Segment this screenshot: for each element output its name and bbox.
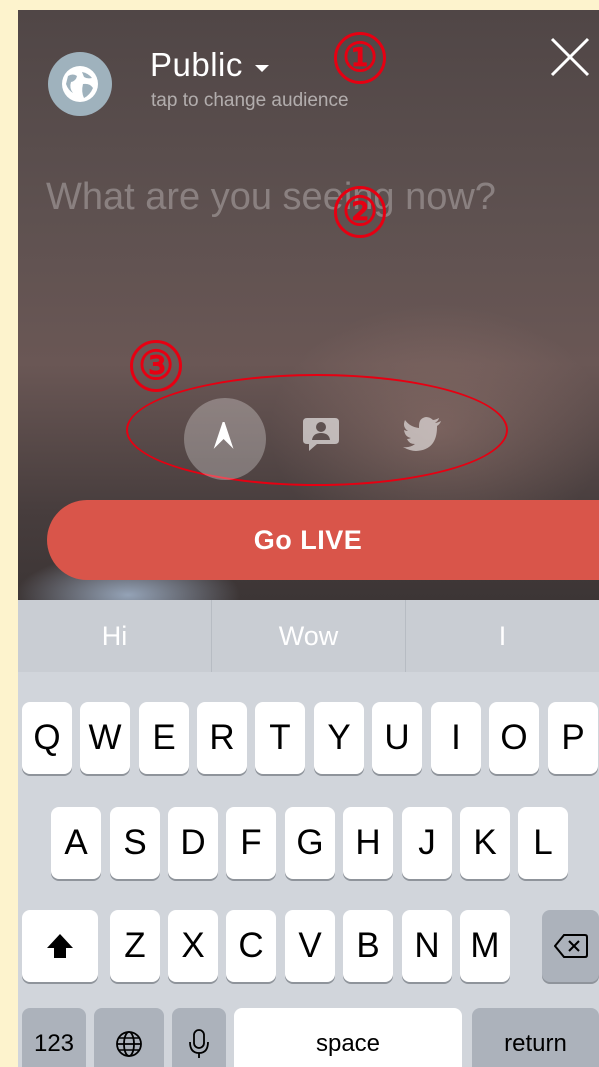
key-w[interactable]: W	[80, 702, 130, 774]
private-chat-icon	[303, 418, 339, 451]
key-v[interactable]: V	[285, 910, 335, 982]
key-c[interactable]: C	[226, 910, 276, 982]
go-live-button[interactable]: Go LIVE	[47, 500, 599, 580]
key-b[interactable]: B	[343, 910, 393, 982]
globe-icon	[116, 1031, 142, 1057]
globe-icon	[62, 66, 98, 102]
phone-screen: Public tap to change audience ① What are…	[18, 10, 599, 1067]
private-chat-button[interactable]	[301, 414, 341, 454]
delete-key[interactable]	[542, 910, 599, 982]
key-e[interactable]: E	[139, 702, 189, 774]
key-n[interactable]: N	[402, 910, 452, 982]
audience-hint: tap to change audience	[151, 90, 349, 111]
key-r[interactable]: R	[197, 702, 247, 774]
shift-key[interactable]	[22, 910, 98, 982]
audience-globe-button[interactable]	[48, 52, 112, 116]
share-options	[18, 398, 599, 480]
suggestion-item[interactable]: Wow	[212, 600, 406, 672]
keyboard: Hi Wow I Q W E R T Y U I O P A S D F G H…	[18, 600, 599, 1067]
audience-label: Public	[150, 46, 243, 83]
key-m[interactable]: M	[460, 910, 510, 982]
suggestion-item[interactable]: Hi	[18, 600, 212, 672]
key-i[interactable]: I	[431, 702, 481, 774]
annotation-marker-3: ③	[130, 340, 182, 392]
twitter-share-button[interactable]	[400, 414, 444, 454]
dictation-key[interactable]	[172, 1008, 226, 1067]
key-d[interactable]: D	[168, 807, 218, 879]
location-arrow-icon	[213, 422, 234, 449]
return-key[interactable]: return	[472, 1008, 599, 1067]
key-t[interactable]: T	[255, 702, 305, 774]
key-u[interactable]: U	[372, 702, 422, 774]
camera-preview: Public tap to change audience ① What are…	[18, 10, 599, 600]
key-p[interactable]: P	[548, 702, 598, 774]
key-l[interactable]: L	[518, 807, 568, 879]
chevron-down-icon	[254, 64, 269, 72]
close-icon	[550, 37, 590, 77]
key-a[interactable]: A	[51, 807, 101, 879]
globe-key[interactable]	[94, 1008, 164, 1067]
suggestion-item[interactable]: I	[406, 600, 599, 672]
shift-arrow-icon	[47, 934, 73, 958]
microphone-icon	[189, 1029, 209, 1058]
key-j[interactable]: J	[402, 807, 452, 879]
key-y[interactable]: Y	[314, 702, 364, 774]
location-toggle-button[interactable]	[184, 398, 266, 480]
backspace-icon	[553, 934, 588, 958]
close-button[interactable]	[548, 35, 592, 79]
annotation-marker-1: ①	[334, 32, 386, 84]
key-q[interactable]: Q	[22, 702, 72, 774]
audience-selector[interactable]: Public	[150, 46, 269, 84]
key-s[interactable]: S	[110, 807, 160, 879]
space-key[interactable]: space	[234, 1008, 462, 1067]
key-f[interactable]: F	[226, 807, 276, 879]
suggestion-bar: Hi Wow I	[18, 600, 599, 672]
key-x[interactable]: X	[168, 910, 218, 982]
key-z[interactable]: Z	[110, 910, 160, 982]
key-o[interactable]: O	[489, 702, 539, 774]
key-h[interactable]: H	[343, 807, 393, 879]
numbers-key[interactable]: 123	[22, 1008, 86, 1067]
broadcast-title-input[interactable]: What are you seeing now?	[46, 170, 526, 224]
annotation-marker-2: ②	[334, 186, 386, 238]
key-g[interactable]: G	[285, 807, 335, 879]
twitter-icon	[403, 417, 441, 451]
key-k[interactable]: K	[460, 807, 510, 879]
